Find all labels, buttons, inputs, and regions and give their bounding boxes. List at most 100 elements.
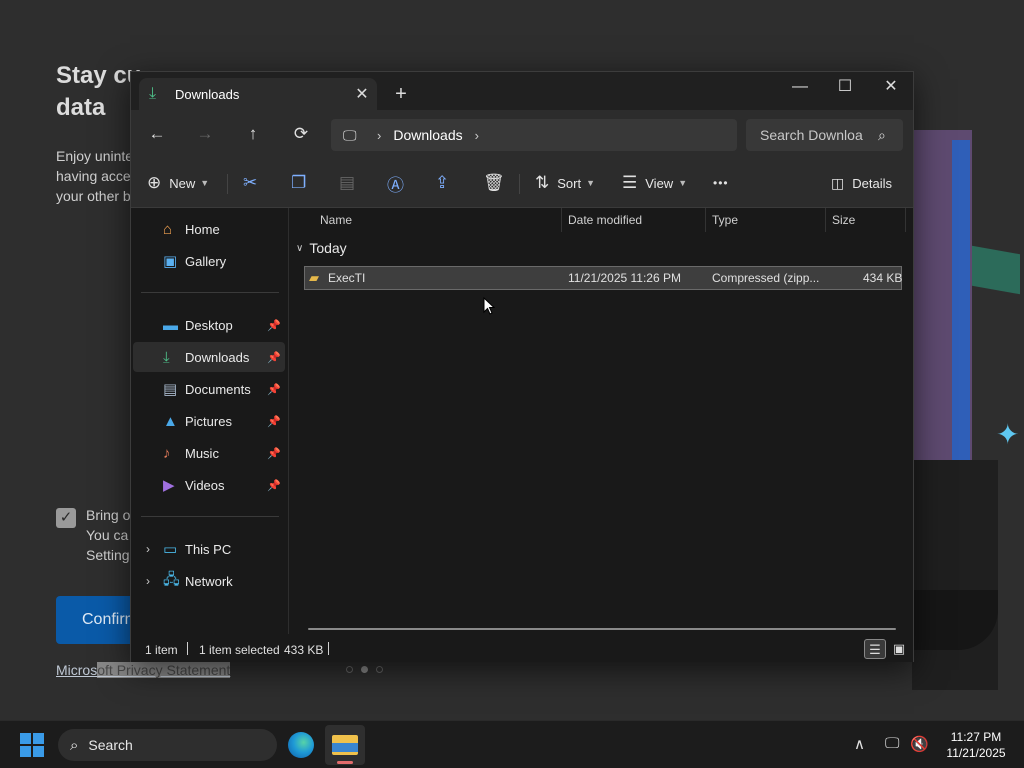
sidebar-item-gallery[interactable]: ▣ Gallery [133, 246, 285, 276]
sort-icon: ⇅ [535, 173, 550, 192]
pin-icon[interactable]: 📌 [267, 415, 285, 428]
new-tab-button[interactable]: + [389, 82, 413, 106]
folder-icon [332, 735, 358, 755]
status-divider [187, 642, 188, 655]
details-pane-button[interactable]: ◫ Details [831, 170, 892, 196]
sidebar-item-label: Music [185, 445, 219, 461]
file-type: Compressed (zipp... [712, 271, 820, 285]
sidebar-item-downloads[interactable]: ⤓ Downloads 📌 [133, 342, 285, 372]
sidebar-item-desktop[interactable]: ▬ Desktop 📌 [133, 310, 285, 340]
chevron-right-icon[interactable]: › [377, 128, 381, 143]
sidebar-item-videos[interactable]: ▶ Videos 📌 [133, 470, 285, 500]
privacy-link-highlight: oft Privacy Statement [97, 662, 231, 678]
pin-icon[interactable]: 📌 [267, 351, 285, 364]
selected-count: 1 item selected [199, 643, 280, 657]
horizontal-scrollbar[interactable] [308, 628, 896, 630]
rename-button[interactable]: Ⓐ [387, 170, 404, 196]
pc-icon: ▭ [163, 541, 178, 558]
copy-button[interactable]: ❐ [291, 170, 306, 196]
sidebar-item-pictures[interactable]: ▲ Pictures 📌 [133, 406, 285, 436]
download-icon: ⤓ [149, 85, 157, 102]
group-header-today[interactable]: ∨ Today [296, 240, 347, 256]
edge-app-button[interactable] [281, 725, 321, 765]
privacy-statement-link[interactable]: Microsoft Privacy Statement [56, 662, 231, 678]
system-clock[interactable]: 11:27 PM 11/21/2025 [934, 729, 1018, 761]
table-row[interactable]: ▰ ExecTI 11/21/2025 11:26 PM Compressed … [304, 266, 902, 290]
file-explorer-window: ⤓ Downloads ✕ + — ☐ ✕ ← → ↑ ⟳ 🖵 › Downlo… [130, 71, 914, 662]
search-placeholder: Search Downloa [760, 127, 863, 143]
chevron-right-icon[interactable]: › [475, 128, 479, 143]
network-tray-icon[interactable]: 🖵 [885, 735, 899, 752]
sort-button[interactable]: ⇅ Sort ▼ [535, 170, 595, 196]
sidebar-item-label: Network [185, 573, 233, 589]
pin-icon[interactable]: 📌 [267, 447, 285, 460]
sidebar-item-network[interactable]: › 🖧 Network [133, 566, 285, 596]
maximize-button[interactable]: ☐ [822, 72, 868, 104]
new-button[interactable]: ⊕ New ▼ [147, 170, 209, 196]
share-button[interactable]: ⇪ [435, 170, 449, 196]
sidebar-item-music[interactable]: ♪ Music 📌 [133, 438, 285, 468]
paste-button[interactable]: ▤ [339, 170, 355, 196]
details-pane-icon: ◫ [831, 174, 845, 191]
sidebar-item-this-pc[interactable]: › ▭ This PC [133, 534, 285, 564]
tab-downloads[interactable]: ⤓ Downloads ✕ [139, 78, 377, 110]
copy-icon: ❐ [291, 173, 307, 192]
start-button[interactable] [20, 733, 44, 757]
refresh-button[interactable]: ⟳ [286, 120, 316, 148]
pin-icon[interactable]: 📌 [267, 479, 285, 492]
navigation-pane: ⌂ Home ▣ Gallery ▬ Desktop 📌 ⤓ Downloads… [131, 208, 289, 634]
column-header-name[interactable]: Name [314, 208, 562, 232]
taskbar-search[interactable]: ⌕ Search [58, 729, 277, 761]
oobe-checkbox-text: Bring o You ca Setting [86, 505, 132, 565]
status-divider [328, 642, 329, 655]
file-explorer-app-button[interactable] [325, 725, 365, 765]
forward-button[interactable]: → [190, 120, 220, 148]
search-icon: ⌕ [878, 126, 886, 143]
breadcrumb-downloads[interactable]: Downloads [393, 127, 462, 143]
more-icon: ••• [713, 176, 729, 190]
close-button[interactable]: ✕ [868, 72, 914, 104]
chevron-down-icon: ∨ [296, 242, 304, 254]
column-header-size[interactable]: Size [826, 208, 906, 232]
file-list: Name Date modified Type Size ∨ Today ▰ E… [290, 208, 913, 634]
page-indicator [346, 666, 383, 673]
art-stand [912, 460, 998, 690]
delete-button[interactable]: 🗑 [483, 170, 505, 196]
network-icon: 🖧 [163, 570, 180, 588]
chevron-up-icon[interactable]: ∧ [854, 735, 865, 753]
pin-icon[interactable]: 📌 [267, 319, 285, 332]
sidebar-item-label: Downloads [185, 349, 250, 365]
command-bar: ⊕ New ▼ ✂ ❐ ▤ Ⓐ ⇪ 🗑 ⇅ Sort ▼ ☰ View ▼ ••… [131, 158, 913, 208]
chevron-right-icon[interactable]: › [133, 574, 163, 588]
art-green [972, 245, 1020, 295]
sidebar-divider [141, 292, 279, 293]
column-header-date[interactable]: Date modified [562, 208, 706, 232]
title-bar: ⤓ Downloads ✕ + — ☐ ✕ [131, 72, 913, 110]
sidebar-item-documents[interactable]: ▤ Documents 📌 [133, 374, 285, 404]
file-name: ExecTI [328, 271, 366, 285]
pin-icon[interactable]: 📌 [267, 383, 285, 396]
confirm-button[interactable]: Confirm [56, 596, 136, 644]
tiles-view-icon[interactable]: ▣ [888, 639, 910, 659]
chevron-right-icon[interactable]: › [133, 542, 163, 556]
search-input[interactable]: Search Downloa ⌕ [746, 119, 903, 151]
oobe-checkbox[interactable]: ✓ [56, 508, 76, 528]
back-button[interactable]: ← [142, 120, 172, 148]
selected-size: 433 KB [284, 643, 324, 657]
volume-muted-icon[interactable]: 🔇 [910, 735, 929, 753]
taskbar: ⌕ Search ∧ 🖵 🔇 11:27 PM 11/21/2025 [0, 720, 1024, 768]
minimize-button[interactable]: — [777, 72, 823, 104]
column-header-type[interactable]: Type [706, 208, 826, 232]
address-bar[interactable]: 🖵 › Downloads › [331, 119, 737, 151]
view-button[interactable]: ☰ View ▼ [622, 170, 687, 196]
chevron-down-icon: ▼ [200, 178, 210, 188]
cut-button[interactable]: ✂ [243, 170, 257, 196]
more-options-button[interactable]: ••• [713, 170, 729, 196]
oobe-body-text: Enjoy uninte having acce your other b [56, 146, 134, 206]
close-tab-icon[interactable]: ✕ [347, 84, 377, 104]
sidebar-item-home[interactable]: ⌂ Home [133, 214, 285, 244]
pictures-icon: ▲ [163, 412, 178, 430]
up-button[interactable]: ↑ [238, 120, 268, 148]
oobe-body-line: your other b [56, 188, 131, 204]
details-view-icon[interactable]: ☰ [864, 639, 886, 659]
